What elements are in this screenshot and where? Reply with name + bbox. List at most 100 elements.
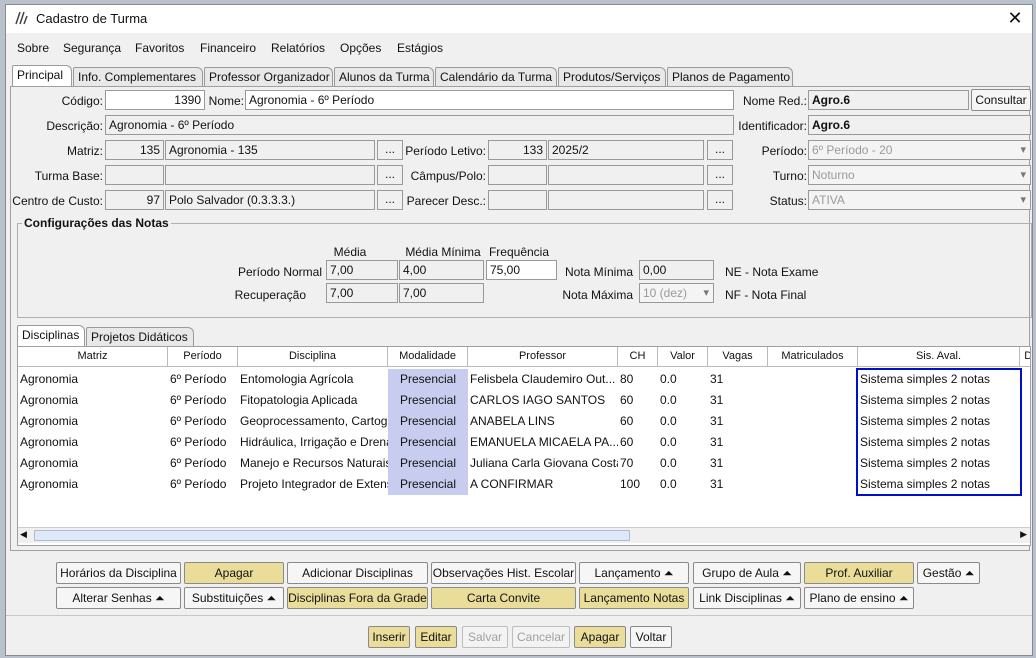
menu-estagios[interactable]: Estágios bbox=[397, 41, 443, 55]
consultar-button[interactable]: Consultar bbox=[971, 89, 1031, 111]
media-header: Média bbox=[333, 245, 367, 259]
apagar-button[interactable]: Apagar bbox=[574, 626, 626, 648]
tab-calendario-da-turma[interactable]: Calendário da Turma bbox=[435, 67, 557, 87]
tab-produtos-servicos[interactable]: Produtos/Serviços bbox=[558, 67, 666, 87]
apagar-disciplina-button[interactable]: Apagar bbox=[184, 562, 284, 584]
identificador-label: Identificador: bbox=[738, 119, 807, 133]
centro-custo-code-field[interactable]: 97 bbox=[105, 190, 164, 210]
scroll-left-icon[interactable]: ◀ bbox=[20, 529, 27, 540]
descricao-field[interactable]: Agronomia - 6º Período bbox=[105, 115, 734, 135]
grid-header-9[interactable]: Sis. Aval. bbox=[858, 347, 1020, 367]
parecer-code-field[interactable] bbox=[488, 190, 547, 210]
centro-custo-field[interactable]: Polo Salvador (0.3.3.3.) bbox=[165, 190, 375, 210]
table-cell: 60 bbox=[620, 414, 634, 428]
matriz-name-field[interactable]: Agronomia - 135 bbox=[165, 140, 375, 160]
grid-header-0[interactable]: Matriz bbox=[18, 347, 168, 367]
tab-info-complementares[interactable]: Info. Complementares bbox=[73, 67, 203, 87]
table-cell: Agronomia bbox=[20, 414, 79, 428]
media-minima-header: Média Mínima bbox=[405, 245, 481, 259]
grid-header-8[interactable]: Matriculados bbox=[768, 347, 858, 367]
centro-custo-lookup-button[interactable]: ... bbox=[377, 190, 403, 210]
grid-header-7[interactable]: Vagas bbox=[708, 347, 768, 367]
inserir-button[interactable]: Inserir bbox=[368, 626, 410, 648]
tab-professor-organizador[interactable]: Professor Organizador bbox=[204, 67, 333, 87]
carta-convite-button[interactable]: Carta Convite bbox=[431, 587, 576, 609]
turma-base-label: Turma Base: bbox=[34, 169, 103, 183]
menu-opcoes[interactable]: Opções bbox=[340, 41, 381, 55]
table-cell bbox=[768, 453, 858, 474]
grid-header-4[interactable]: Professor bbox=[468, 347, 618, 367]
plano-de-ensino-button[interactable]: Plano de ensino ⏶ bbox=[804, 587, 914, 609]
pn-media-field[interactable]: 7,00 bbox=[326, 260, 398, 280]
cancelar-button[interactable]: Cancelar bbox=[512, 626, 570, 648]
matriz-code-field[interactable]: 135 bbox=[105, 140, 164, 160]
grupo-de-aula-button[interactable]: Grupo de Aula ⏶ bbox=[693, 562, 801, 584]
table-cell: EMANUELA MICAELA PA... bbox=[470, 435, 618, 449]
tab-principal[interactable]: Principal bbox=[12, 65, 72, 87]
table-cell: Presencial bbox=[388, 453, 468, 474]
prof-auxiliar-button[interactable]: Prof. Auxiliar bbox=[804, 562, 914, 584]
nota-maxima-label: Nota Máxima bbox=[562, 288, 633, 302]
identificador-field[interactable]: Agro.6 bbox=[808, 115, 1031, 135]
status-select[interactable]: ATIVA bbox=[808, 190, 1031, 210]
periodo-letivo-code-field[interactable]: 133 bbox=[488, 140, 547, 160]
editar-button[interactable]: Editar bbox=[415, 626, 457, 648]
nota-maxima-select[interactable]: 10 (dez) bbox=[639, 283, 714, 303]
rec-media-minima-field[interactable]: 7,00 bbox=[399, 283, 484, 303]
scroll-right-icon[interactable]: ▶ bbox=[1020, 529, 1027, 540]
table-cell bbox=[768, 432, 858, 453]
periodo-select[interactable]: 6º Período - 20 bbox=[808, 140, 1031, 160]
turma-base-field[interactable] bbox=[165, 165, 375, 185]
lancamento-button[interactable]: Lançamento ⏶ bbox=[579, 562, 689, 584]
subtab-disciplinas[interactable]: Disciplinas bbox=[17, 325, 85, 347]
tab-planos-de-pagamento[interactable]: Planos de Pagamento bbox=[667, 67, 793, 87]
codigo-field[interactable]: 1390 bbox=[105, 90, 205, 110]
scroll-thumb[interactable] bbox=[34, 530, 630, 541]
turma-base-code-field[interactable] bbox=[105, 165, 164, 185]
table-cell: Entomologia Agrícola bbox=[240, 372, 354, 386]
turma-base-lookup-button[interactable]: ... bbox=[377, 165, 403, 185]
table-cell: Agronomia bbox=[20, 372, 79, 386]
substituicoes-button[interactable]: Substituições ⏶ bbox=[184, 587, 284, 609]
tab-alunos-da-turma[interactable]: Alunos da Turma bbox=[334, 67, 434, 87]
link-disciplinas-button[interactable]: Link Disciplinas ⏶ bbox=[693, 587, 801, 609]
pn-frequencia-field[interactable]: 75,00 bbox=[486, 260, 557, 280]
nome-red-field[interactable]: Agro.6 bbox=[808, 90, 969, 110]
campus-field[interactable] bbox=[548, 165, 704, 185]
rec-media-field[interactable]: 7,00 bbox=[326, 283, 398, 303]
menu-financeiro[interactable]: Financeiro bbox=[200, 41, 256, 55]
parecer-field[interactable] bbox=[548, 190, 704, 210]
grid-header-10[interactable]: Di bbox=[1020, 347, 1030, 367]
grid-header-6[interactable]: Valor bbox=[658, 347, 708, 367]
disciplinas-fora-da-grade-button[interactable]: Disciplinas Fora da Grade bbox=[287, 587, 428, 609]
gestao-button[interactable]: Gestão ⏶ bbox=[917, 562, 980, 584]
observacoes-hist-escolar-button[interactable]: Observações Hist. Escolar bbox=[431, 562, 576, 584]
grid-header-5[interactable]: CH bbox=[618, 347, 658, 367]
status-label: Status: bbox=[769, 194, 807, 208]
close-icon[interactable]: ✕ bbox=[1004, 7, 1026, 29]
grid-header-2[interactable]: Disciplina bbox=[238, 347, 388, 367]
periodo-letivo-field[interactable]: 2025/2 bbox=[548, 140, 704, 160]
menu-favoritos[interactable]: Favoritos bbox=[135, 41, 184, 55]
salvar-button[interactable]: Salvar bbox=[462, 626, 508, 648]
menu-seguranca[interactable]: Segurança bbox=[63, 41, 121, 55]
campus-label: Câmpus/Polo: bbox=[410, 169, 486, 183]
nota-minima-field[interactable]: 0,00 bbox=[639, 260, 714, 280]
menu-sobre[interactable]: Sobre bbox=[17, 41, 49, 55]
horizontal-scrollbar[interactable]: ◀ ▶ bbox=[18, 527, 1030, 543]
turno-select[interactable]: Noturno bbox=[808, 165, 1031, 185]
matriz-lookup-button[interactable]: ... bbox=[377, 140, 403, 160]
adicionar-disciplinas-button[interactable]: Adicionar Disciplinas bbox=[287, 562, 428, 584]
voltar-button[interactable]: Voltar bbox=[630, 626, 672, 648]
alterar-senhas-button[interactable]: Alterar Senhas ⏶ bbox=[56, 587, 181, 609]
nome-field[interactable]: Agronomia - 6º Período bbox=[245, 90, 734, 110]
table-cell bbox=[768, 390, 858, 411]
pn-media-minima-field[interactable]: 4,00 bbox=[399, 260, 484, 280]
campus-code-field[interactable] bbox=[488, 165, 547, 185]
menu-relatorios[interactable]: Relatórios bbox=[271, 41, 325, 55]
grid-header-3[interactable]: Modalidade bbox=[388, 347, 468, 367]
lancamento-notas-button[interactable]: Lançamento Notas bbox=[579, 587, 689, 609]
horarios-disciplina-button[interactable]: Horários da Disciplina bbox=[56, 562, 181, 584]
subtab-projetos-didaticos[interactable]: Projetos Didáticos bbox=[86, 327, 194, 347]
grid-header-1[interactable]: Período bbox=[168, 347, 238, 367]
